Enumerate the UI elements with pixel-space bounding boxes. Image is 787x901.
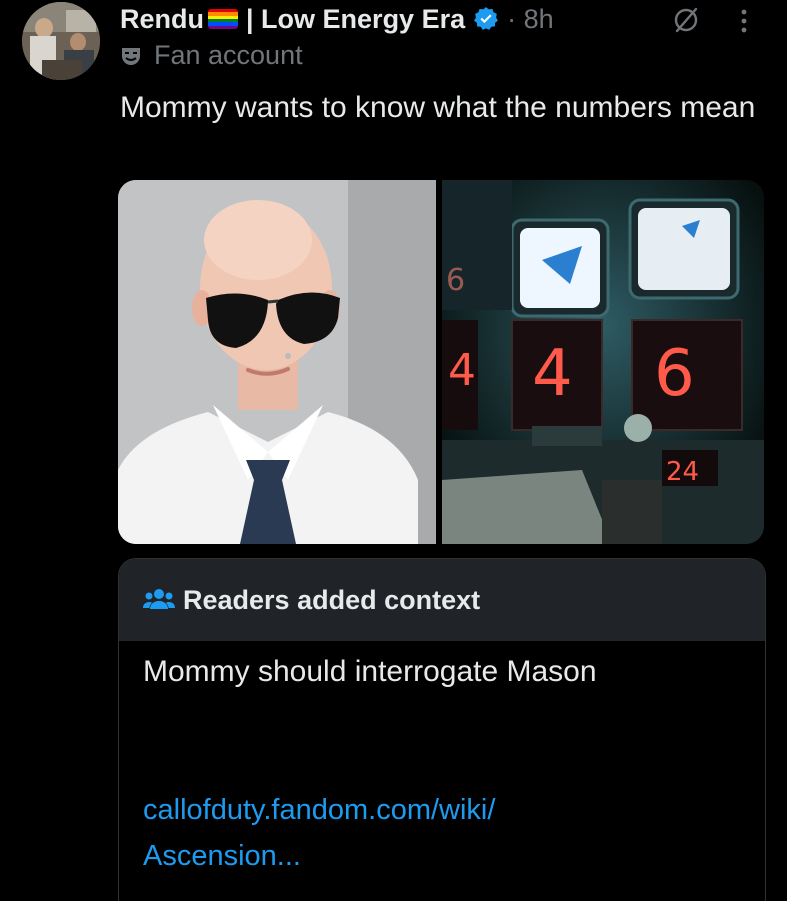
- digit-4-left: 4: [448, 345, 476, 396]
- account-label: Fan account: [154, 40, 303, 70]
- author-row: Rendu | Low Energy Era · 8h: [120, 2, 554, 36]
- community-note-link-line1[interactable]: callofduty.fandom.com/wiki/: [143, 787, 703, 833]
- digit-24: 24: [666, 457, 699, 487]
- community-note-body: Mommy should interrogate Mason: [143, 655, 597, 688]
- more-icon[interactable]: [738, 6, 750, 36]
- digit-6-right: 6: [654, 337, 695, 411]
- author-name-suffix[interactable]: | Low Energy Era: [246, 4, 465, 35]
- tweet-text: Mommy wants to know what the numbers mea…: [120, 91, 756, 124]
- community-note[interactable]: Readers added context Mommy should inter…: [118, 558, 766, 901]
- digit-6-top: 6: [446, 263, 465, 298]
- photo-person[interactable]: [118, 180, 436, 544]
- grok-icon[interactable]: [672, 6, 700, 34]
- media-grid: 4 6 4 6 24: [118, 180, 764, 544]
- theater-mask-icon: [122, 47, 140, 65]
- rainbow-flag-icon: [208, 9, 238, 29]
- community-note-link[interactable]: callofduty.fandom.com/wiki/ Ascension...: [143, 787, 703, 879]
- author-name[interactable]: Rendu: [120, 4, 204, 35]
- community-note-title: Readers added context: [183, 584, 481, 615]
- community-note-link-line2[interactable]: Ascension...: [143, 833, 703, 879]
- photo-numbers-machine[interactable]: 4 6 4 6 24: [442, 180, 764, 544]
- account-label-row: Fan account: [120, 40, 303, 71]
- post-time[interactable]: · 8h: [507, 4, 554, 35]
- community-note-header: Readers added context: [119, 559, 765, 641]
- people-icon: [143, 589, 175, 609]
- digit-4-center: 4: [532, 337, 573, 411]
- verified-badge-icon: [474, 7, 499, 30]
- avatar[interactable]: [22, 2, 100, 80]
